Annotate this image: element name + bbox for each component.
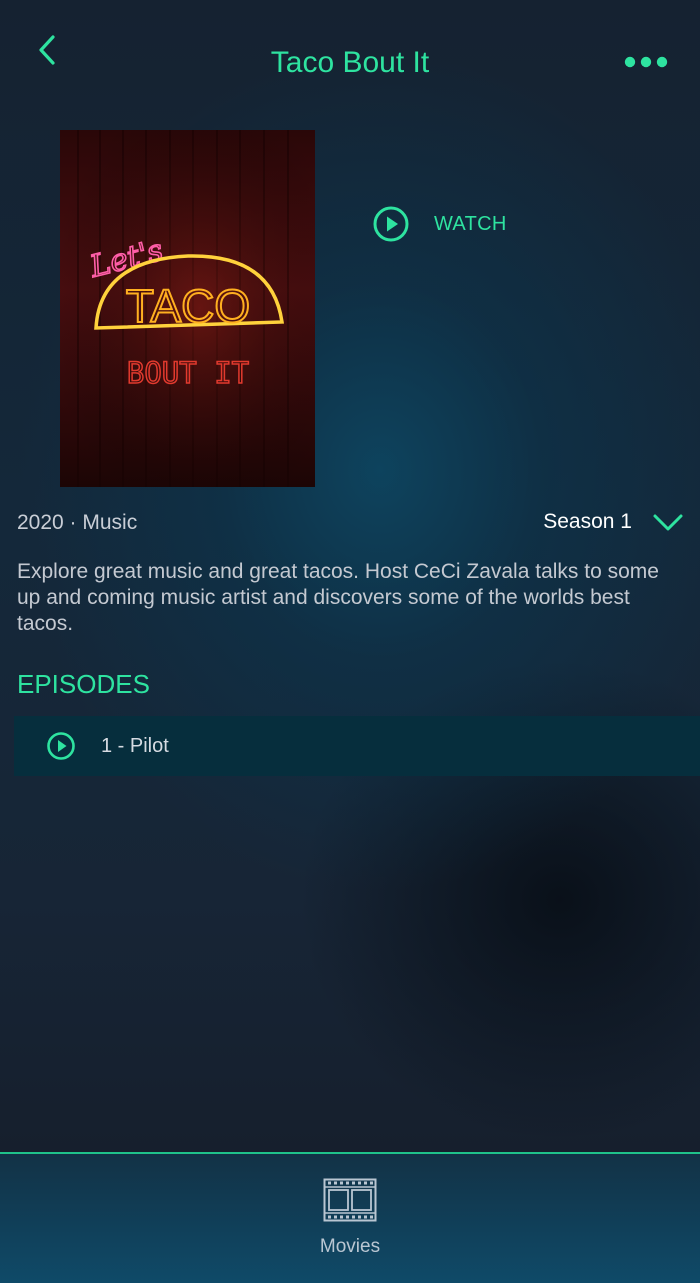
nav-label-movies: Movies [319, 1236, 381, 1257]
nav-item-movies[interactable]: Movies [300, 1178, 400, 1268]
watch-label: WATCH [434, 212, 507, 235]
season-selector[interactable]: Season 1 [543, 506, 684, 538]
show-poster: Let's TACO BOUT IT [60, 130, 315, 487]
watch-button[interactable]: WATCH [372, 204, 507, 244]
more-options-button[interactable] [624, 48, 670, 76]
more-dots-icon [624, 56, 668, 68]
season-label: Season 1 [543, 510, 632, 533]
episode-label: 1 - Pilot [101, 734, 169, 757]
show-meta: 2020 · Music [17, 511, 138, 534]
bottom-nav: Movies [0, 1152, 700, 1283]
film-strip-icon [323, 1178, 377, 1222]
app-header: Taco Bout It [0, 0, 700, 125]
poster-bout-it-text: BOUT IT [127, 356, 249, 390]
play-circle-icon [373, 206, 409, 242]
episode-row[interactable]: 1 - Pilot [14, 716, 700, 776]
page-title: Taco Bout It [270, 46, 430, 79]
show-description: Explore great music and great tacos. Hos… [17, 560, 659, 635]
screen: Taco Bout It Let's TACO BOUT IT WATCH 20… [0, 0, 700, 1283]
play-circle-icon [47, 732, 75, 760]
poster-taco-text: TACO [126, 280, 250, 332]
chevron-down-icon [653, 514, 683, 531]
episodes-heading: EPISODES [17, 669, 150, 699]
